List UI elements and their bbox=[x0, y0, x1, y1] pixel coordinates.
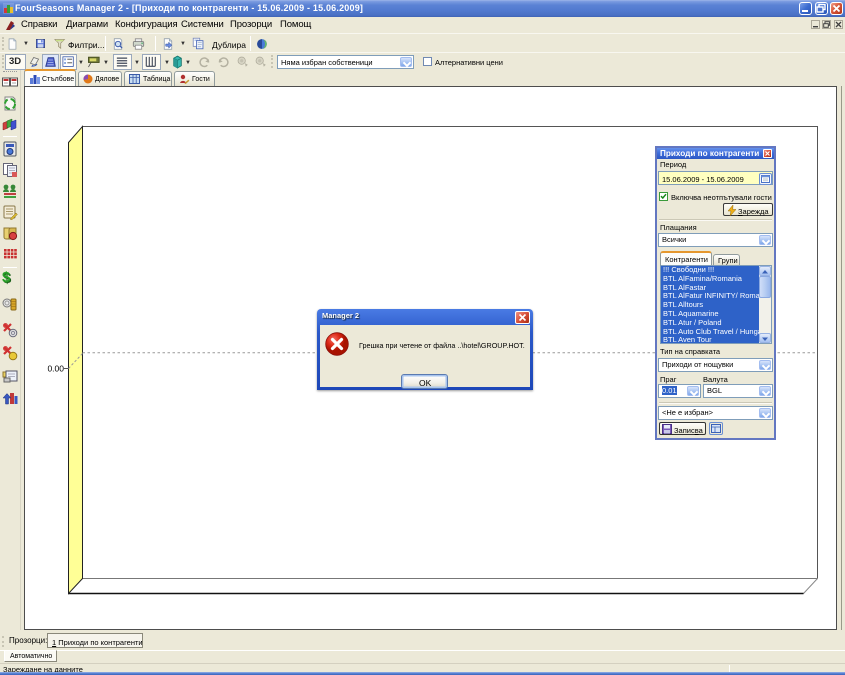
svg-text:0.00: 0.00 bbox=[47, 364, 64, 374]
